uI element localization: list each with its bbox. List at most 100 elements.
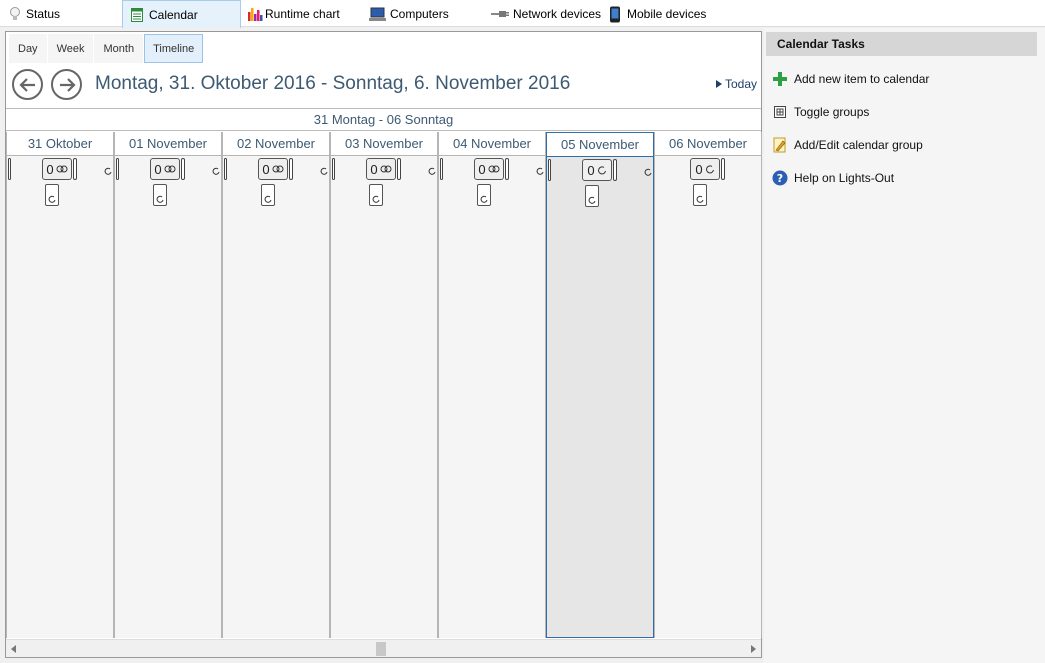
day-column[interactable]: 04 November 0 [438, 132, 546, 638]
tab-month[interactable]: Month [94, 34, 144, 63]
arrow-left-icon [18, 77, 35, 92]
add-new-item-button[interactable]: Add new item to calendar [772, 69, 929, 89]
tab-calendar[interactable]: Calendar [122, 0, 241, 28]
tab-computers[interactable]: Computers [361, 0, 483, 27]
right-handle[interactable] [721, 158, 725, 180]
previous-button[interactable] [12, 69, 43, 100]
day-header: 05 November [547, 133, 653, 157]
right-handle[interactable] [289, 158, 293, 180]
refresh-icon [597, 166, 606, 175]
day-header: 02 November [223, 132, 329, 156]
view-tabs: Day Week Month Timeline [9, 34, 204, 63]
add-new-item-label: Add new item to calendar [794, 72, 930, 86]
day-header: 01 November [115, 132, 221, 156]
sub-item-button[interactable] [369, 184, 383, 206]
item-count: 0 [262, 161, 270, 177]
loop-icon [164, 165, 176, 173]
left-handle[interactable] [332, 158, 335, 180]
right-handle[interactable] [505, 158, 509, 180]
item-count: 0 [587, 162, 595, 178]
scroll-thumb[interactable] [376, 642, 386, 656]
day-column[interactable]: 02 November 0 [222, 132, 330, 638]
scroll-right-icon[interactable] [751, 645, 756, 653]
toggle-groups-button[interactable]: Toggle groups [772, 102, 869, 122]
sub-item-button[interactable] [45, 184, 59, 206]
next-button[interactable] [51, 69, 82, 100]
refresh-icon [156, 195, 164, 203]
right-handle[interactable] [181, 158, 185, 180]
refresh-icon [320, 167, 328, 175]
item-counter[interactable]: 0 [150, 158, 180, 180]
left-handle[interactable] [440, 158, 443, 180]
refresh-icon [372, 195, 380, 203]
refresh-icon [48, 195, 56, 203]
day-header: 03 November [331, 132, 437, 156]
today-link[interactable]: Today [715, 77, 757, 91]
right-handle[interactable] [613, 159, 617, 181]
refresh-icon [588, 196, 596, 204]
loop-icon [272, 165, 284, 173]
refresh-icon [104, 167, 112, 175]
item-counter[interactable]: 0 [42, 158, 72, 180]
sub-item-button[interactable] [693, 184, 707, 206]
tab-runtime-chart[interactable]: Runtime chart [241, 0, 361, 27]
edit-calendar-group-button[interactable]: Add/Edit calendar group [772, 135, 923, 155]
today-label: Today [724, 77, 757, 91]
task-pane: Calendar Tasks Add new item to calendar … [764, 28, 1045, 663]
calendar-icon [131, 7, 145, 23]
item-counter[interactable]: 0 [366, 158, 396, 180]
right-handle[interactable] [397, 158, 401, 180]
day-column-selected[interactable]: 05 November 0 [546, 132, 654, 638]
tab-day[interactable]: Day [9, 34, 47, 63]
help-label: Help on Lights-Out [794, 171, 895, 185]
refresh-icon [696, 195, 704, 203]
item-counter[interactable]: 0 [690, 158, 720, 180]
week-header: 31 Montag - 06 Sonntag [6, 108, 761, 131]
arrow-right-icon [59, 77, 76, 92]
calendar-panel: Day Week Month Timeline Montag, 31. Okto… [5, 31, 762, 658]
refresh-icon [480, 195, 488, 203]
item-counter[interactable]: 0 [258, 158, 288, 180]
green-plus-icon [772, 71, 788, 87]
toggle-groups-icon [772, 104, 788, 120]
item-count: 0 [370, 161, 378, 177]
item-count: 0 [478, 161, 486, 177]
tab-status-label: Status [26, 6, 61, 21]
horizontal-scrollbar[interactable] [6, 639, 761, 657]
refresh-icon [536, 167, 544, 175]
scroll-left-icon[interactable] [11, 645, 16, 653]
toggle-groups-label: Toggle groups [794, 105, 870, 119]
item-counter[interactable]: 0 [474, 158, 504, 180]
day-header: 04 November [439, 132, 545, 156]
sub-item-button[interactable] [477, 184, 491, 206]
refresh-icon [644, 168, 652, 176]
sub-item-button[interactable] [261, 184, 275, 206]
help-icon: ? [772, 170, 788, 186]
item-counter[interactable]: 0 [582, 159, 612, 181]
item-count: 0 [154, 161, 162, 177]
refresh-icon [264, 195, 272, 203]
left-handle[interactable] [116, 158, 119, 180]
sub-item-button[interactable] [585, 185, 599, 207]
help-button[interactable]: ? Help on Lights-Out [772, 168, 894, 188]
tab-network-devices[interactable]: Network devices [483, 0, 605, 27]
tab-mobile-devices[interactable]: Mobile devices [605, 0, 727, 27]
day-columns: 31 Oktober 0 01 November 0 02 November 0… [6, 132, 762, 638]
tab-status[interactable]: Status [0, 0, 121, 27]
computer-icon [369, 6, 386, 22]
day-column[interactable]: 03 November 0 [330, 132, 438, 638]
left-handle[interactable] [224, 158, 227, 180]
day-column[interactable]: 06 November 0 [654, 132, 762, 638]
left-handle[interactable] [548, 159, 551, 181]
bar-chart-icon [247, 6, 263, 22]
left-handle[interactable] [8, 158, 11, 180]
day-column[interactable]: 31 Oktober 0 [6, 132, 114, 638]
day-column[interactable]: 01 November 0 [114, 132, 222, 638]
tab-week[interactable]: Week [47, 34, 94, 63]
right-handle[interactable] [73, 158, 77, 180]
edit-pencil-icon [772, 137, 788, 153]
refresh-icon [705, 165, 714, 174]
item-count: 0 [46, 161, 54, 177]
tab-timeline[interactable]: Timeline [144, 34, 204, 63]
sub-item-button[interactable] [153, 184, 167, 206]
